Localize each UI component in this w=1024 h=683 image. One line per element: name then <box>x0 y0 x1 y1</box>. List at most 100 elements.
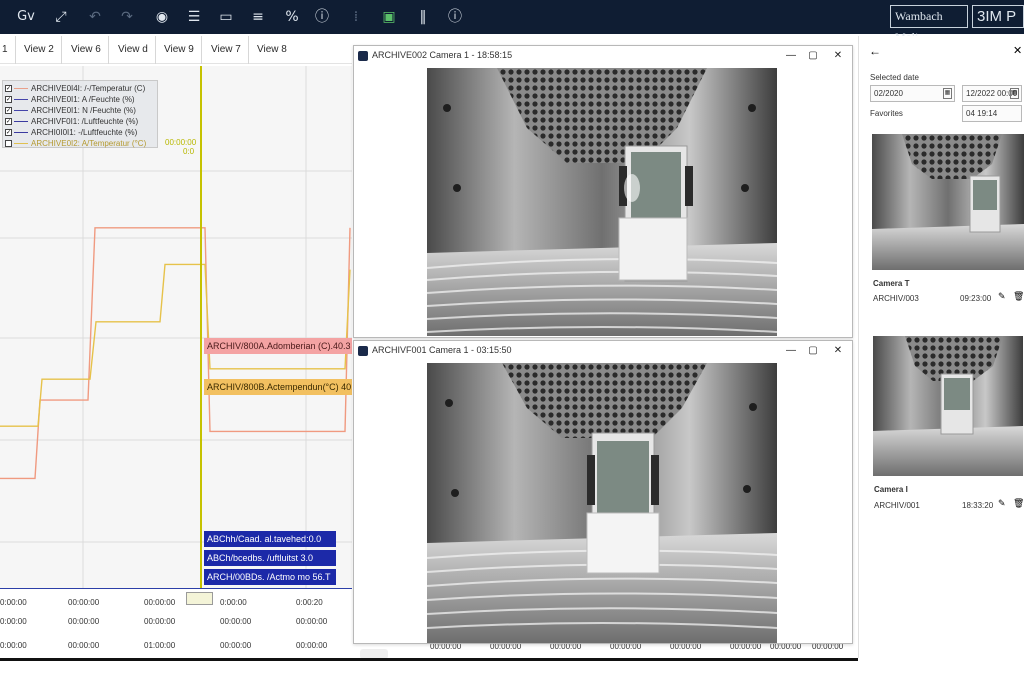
checkbox-checked-icon[interactable]: ✓ <box>5 85 12 93</box>
bottom-bar <box>0 658 858 661</box>
legend-item-label: ARCHIVE0I1: A /Feuchte (%) <box>31 95 135 104</box>
time-label: 0:00:00 <box>0 598 27 607</box>
legend-item-label: ARCHIVE0I1: N /Feuchte (%) <box>31 106 136 115</box>
time-label: 00:00:00 <box>68 598 100 607</box>
back-icon[interactable]: ← <box>869 44 881 58</box>
pause-icon[interactable]: ‖ <box>412 6 434 28</box>
value-tag-temperature-a: ARCHIV/800A.Adomberian (C).40.3 <box>204 338 352 354</box>
legend-swatch <box>14 99 28 101</box>
checkbox-checked-icon[interactable]: ✓ <box>5 107 12 115</box>
export-icon[interactable]: ▣ <box>378 6 400 28</box>
cursor-time-label-2: 0:0 <box>183 147 195 156</box>
legend-swatch <box>14 121 28 123</box>
camera-window-title: ARCHIVE002 Camera 1 - 18:58:15 <box>372 50 513 60</box>
undo-icon[interactable]: ↶ <box>84 6 106 28</box>
tab-view-d[interactable]: View d <box>111 36 156 64</box>
gv-icon[interactable]: Gv <box>14 6 38 28</box>
tab-view-6[interactable]: View 6 <box>64 36 109 64</box>
checkbox-checked-icon[interactable]: ✓ <box>5 129 12 137</box>
eye-icon[interactable]: ◉ <box>151 6 173 28</box>
tab-view-7[interactable]: View 7 <box>204 36 249 64</box>
legend-item[interactable]: ARCHIVE0I2: A/Temperatur (°C) <box>5 138 146 149</box>
redo-icon[interactable]: ↷ <box>116 6 138 28</box>
time-axis[interactable]: 0:00:00 00:00:00 00:00:00 0:00:00 0:00:2… <box>0 588 352 660</box>
value-tag-humidity-3: ARCH/00BDs. /Actmo mo 56.T <box>204 569 336 585</box>
close-icon[interactable]: ✕ <box>830 343 846 359</box>
tab-view-2[interactable]: View 2 <box>17 36 62 64</box>
camera-app-icon <box>358 346 368 356</box>
legend-swatch <box>14 132 28 134</box>
legend-item-label: ARCHIVE0I4I: /-/Temperatur (C) <box>31 84 146 93</box>
checkbox-checked-icon[interactable]: ✓ <box>5 118 12 126</box>
snapshot-label: Camera I <box>874 485 908 494</box>
camera-window-title: ARCHIVF001 Camera 1 - 03:15:50 <box>372 345 512 355</box>
checkbox-checked-icon[interactable]: ✓ <box>5 96 12 104</box>
divider-icon: ⁞ <box>353 9 359 25</box>
camera-window-1[interactable]: ARCHIVE002 Camera 1 - 18:58:15 — ▢ ✕ <box>353 45 853 338</box>
date-input-2[interactable]: 12/2022 00:00 ▦ <box>962 85 1022 102</box>
snapshot-archive: ARCHIV/001 <box>874 501 920 510</box>
percent-icon[interactable]: % <box>281 6 303 28</box>
maximize-icon[interactable]: ▢ <box>805 48 821 64</box>
legend-item[interactable]: ✓ ARCHIVE0I1: A /Feuchte (%) <box>5 94 135 105</box>
time-label: 0:00:00 <box>0 617 27 626</box>
camera-app-icon <box>358 51 368 61</box>
time-input-value: 04 19:14 <box>966 109 998 118</box>
camera-window-2[interactable]: ARCHIVF001 Camera 1 - 03:15:50 — ▢ ✕ <box>353 340 853 644</box>
snapshot-sidebar: ← ✕ Selected date 02/2020 ▦ 12/2022 00:0… <box>858 36 1024 658</box>
checkbox-unchecked-icon[interactable] <box>5 140 12 148</box>
top-toolbar: Gv ⤢ ↶ ↷ ◉ ☰ ▭ ≡ % ⓘ ⁞ ▣ ‖ ⓘ Wambach Mol… <box>0 0 1024 44</box>
snapshot-time: 18:33:20 <box>962 501 994 510</box>
camera-feed-image <box>427 68 777 336</box>
legend-item[interactable]: ✓ ARCHI0I0I1: -/Luftfeuchte (%) <box>5 127 137 138</box>
minimize-icon[interactable]: — <box>783 48 799 64</box>
time-label: 01:00:00 <box>144 641 176 650</box>
snapshot-label: Camera T <box>873 279 910 288</box>
legend-item-label: ARCHI0I0I1: -/Luftfeuchte (%) <box>31 128 138 137</box>
value-tag-humidity-2: ABCh/bcedbs. /uftluitst 3.0 <box>204 550 336 566</box>
info-icon[interactable]: ⓘ <box>311 6 333 28</box>
camera-feed-image <box>427 363 777 643</box>
snapshot-thumbnail-2[interactable] <box>873 336 1023 476</box>
calendar-icon[interactable]: ▦ <box>1010 88 1019 99</box>
monitor-icon[interactable]: ▭ <box>215 6 237 28</box>
delete-icon[interactable]: 🗑 <box>1013 498 1024 509</box>
fullscreen-icon[interactable]: ⤢ <box>50 6 72 28</box>
legend-item[interactable]: ✓ ARCHIVE0I4I: /-/Temperatur (C) <box>5 83 145 94</box>
info-icon-2[interactable]: ⓘ <box>444 6 466 28</box>
calendar-icon[interactable]: ▦ <box>943 88 952 99</box>
list-settings-icon[interactable]: ☰ <box>183 6 205 28</box>
edit-icon[interactable]: ✎ <box>998 291 1006 302</box>
list-icon[interactable]: ≡ <box>247 6 269 28</box>
tab-view-9[interactable]: View 9 <box>157 36 202 64</box>
legend-swatch <box>14 88 28 90</box>
legend-item[interactable]: ✓ ARCHIVF0I1: /Luftfeuchte (%) <box>5 116 138 127</box>
snapshot-archive: ARCHIV/003 <box>873 294 919 303</box>
tab-view-8[interactable]: View 8 <box>250 36 294 64</box>
tab-view-1[interactable]: 1 <box>0 36 16 64</box>
time-label: 00:00:00 <box>296 641 328 650</box>
legend-swatch <box>14 110 28 112</box>
time-label: 00:00:00 <box>68 641 100 650</box>
edit-icon[interactable]: ✎ <box>998 498 1006 509</box>
legend-swatch <box>14 143 28 145</box>
date-input-1[interactable]: 02/2020 ▦ <box>870 85 955 102</box>
maximize-icon[interactable]: ▢ <box>805 343 821 359</box>
chart-legend: ✓ ARCHIVE0I4I: /-/Temperatur (C) ✓ ARCHIVE… <box>2 80 158 148</box>
camera-window-titlebar[interactable]: ARCHIVE002 Camera 1 - 18:58:15 — ▢ ✕ <box>354 46 852 66</box>
legend-item-label: ARCHIVF0I1: /Luftfeuchte (%) <box>31 117 139 126</box>
date-input-1-value: 02/2020 <box>874 89 903 98</box>
delete-icon[interactable]: 🗑 <box>1013 291 1024 302</box>
close-icon[interactable]: ✕ <box>1013 44 1022 57</box>
legend-item[interactable]: ✓ ARCHIVE0I1: N /Feuchte (%) <box>5 105 136 116</box>
brand-label-2: 3IM P <box>972 5 1024 28</box>
close-icon[interactable]: ✕ <box>830 48 846 64</box>
time-label: 0:00:00 <box>0 641 27 650</box>
scrub-handle[interactable] <box>186 592 213 605</box>
time-input[interactable]: 04 19:14 <box>962 105 1022 122</box>
minimize-icon[interactable]: — <box>783 343 799 359</box>
cursor-time-label: 00:00:00 0:0 <box>165 138 196 156</box>
value-tag-humidity-1: ABChh/Caad. al.tavehed:0.0 <box>204 531 336 547</box>
snapshot-thumbnail-1[interactable] <box>872 134 1024 270</box>
camera-window-titlebar[interactable]: ARCHIVF001 Camera 1 - 03:15:50 — ▢ ✕ <box>354 341 852 361</box>
